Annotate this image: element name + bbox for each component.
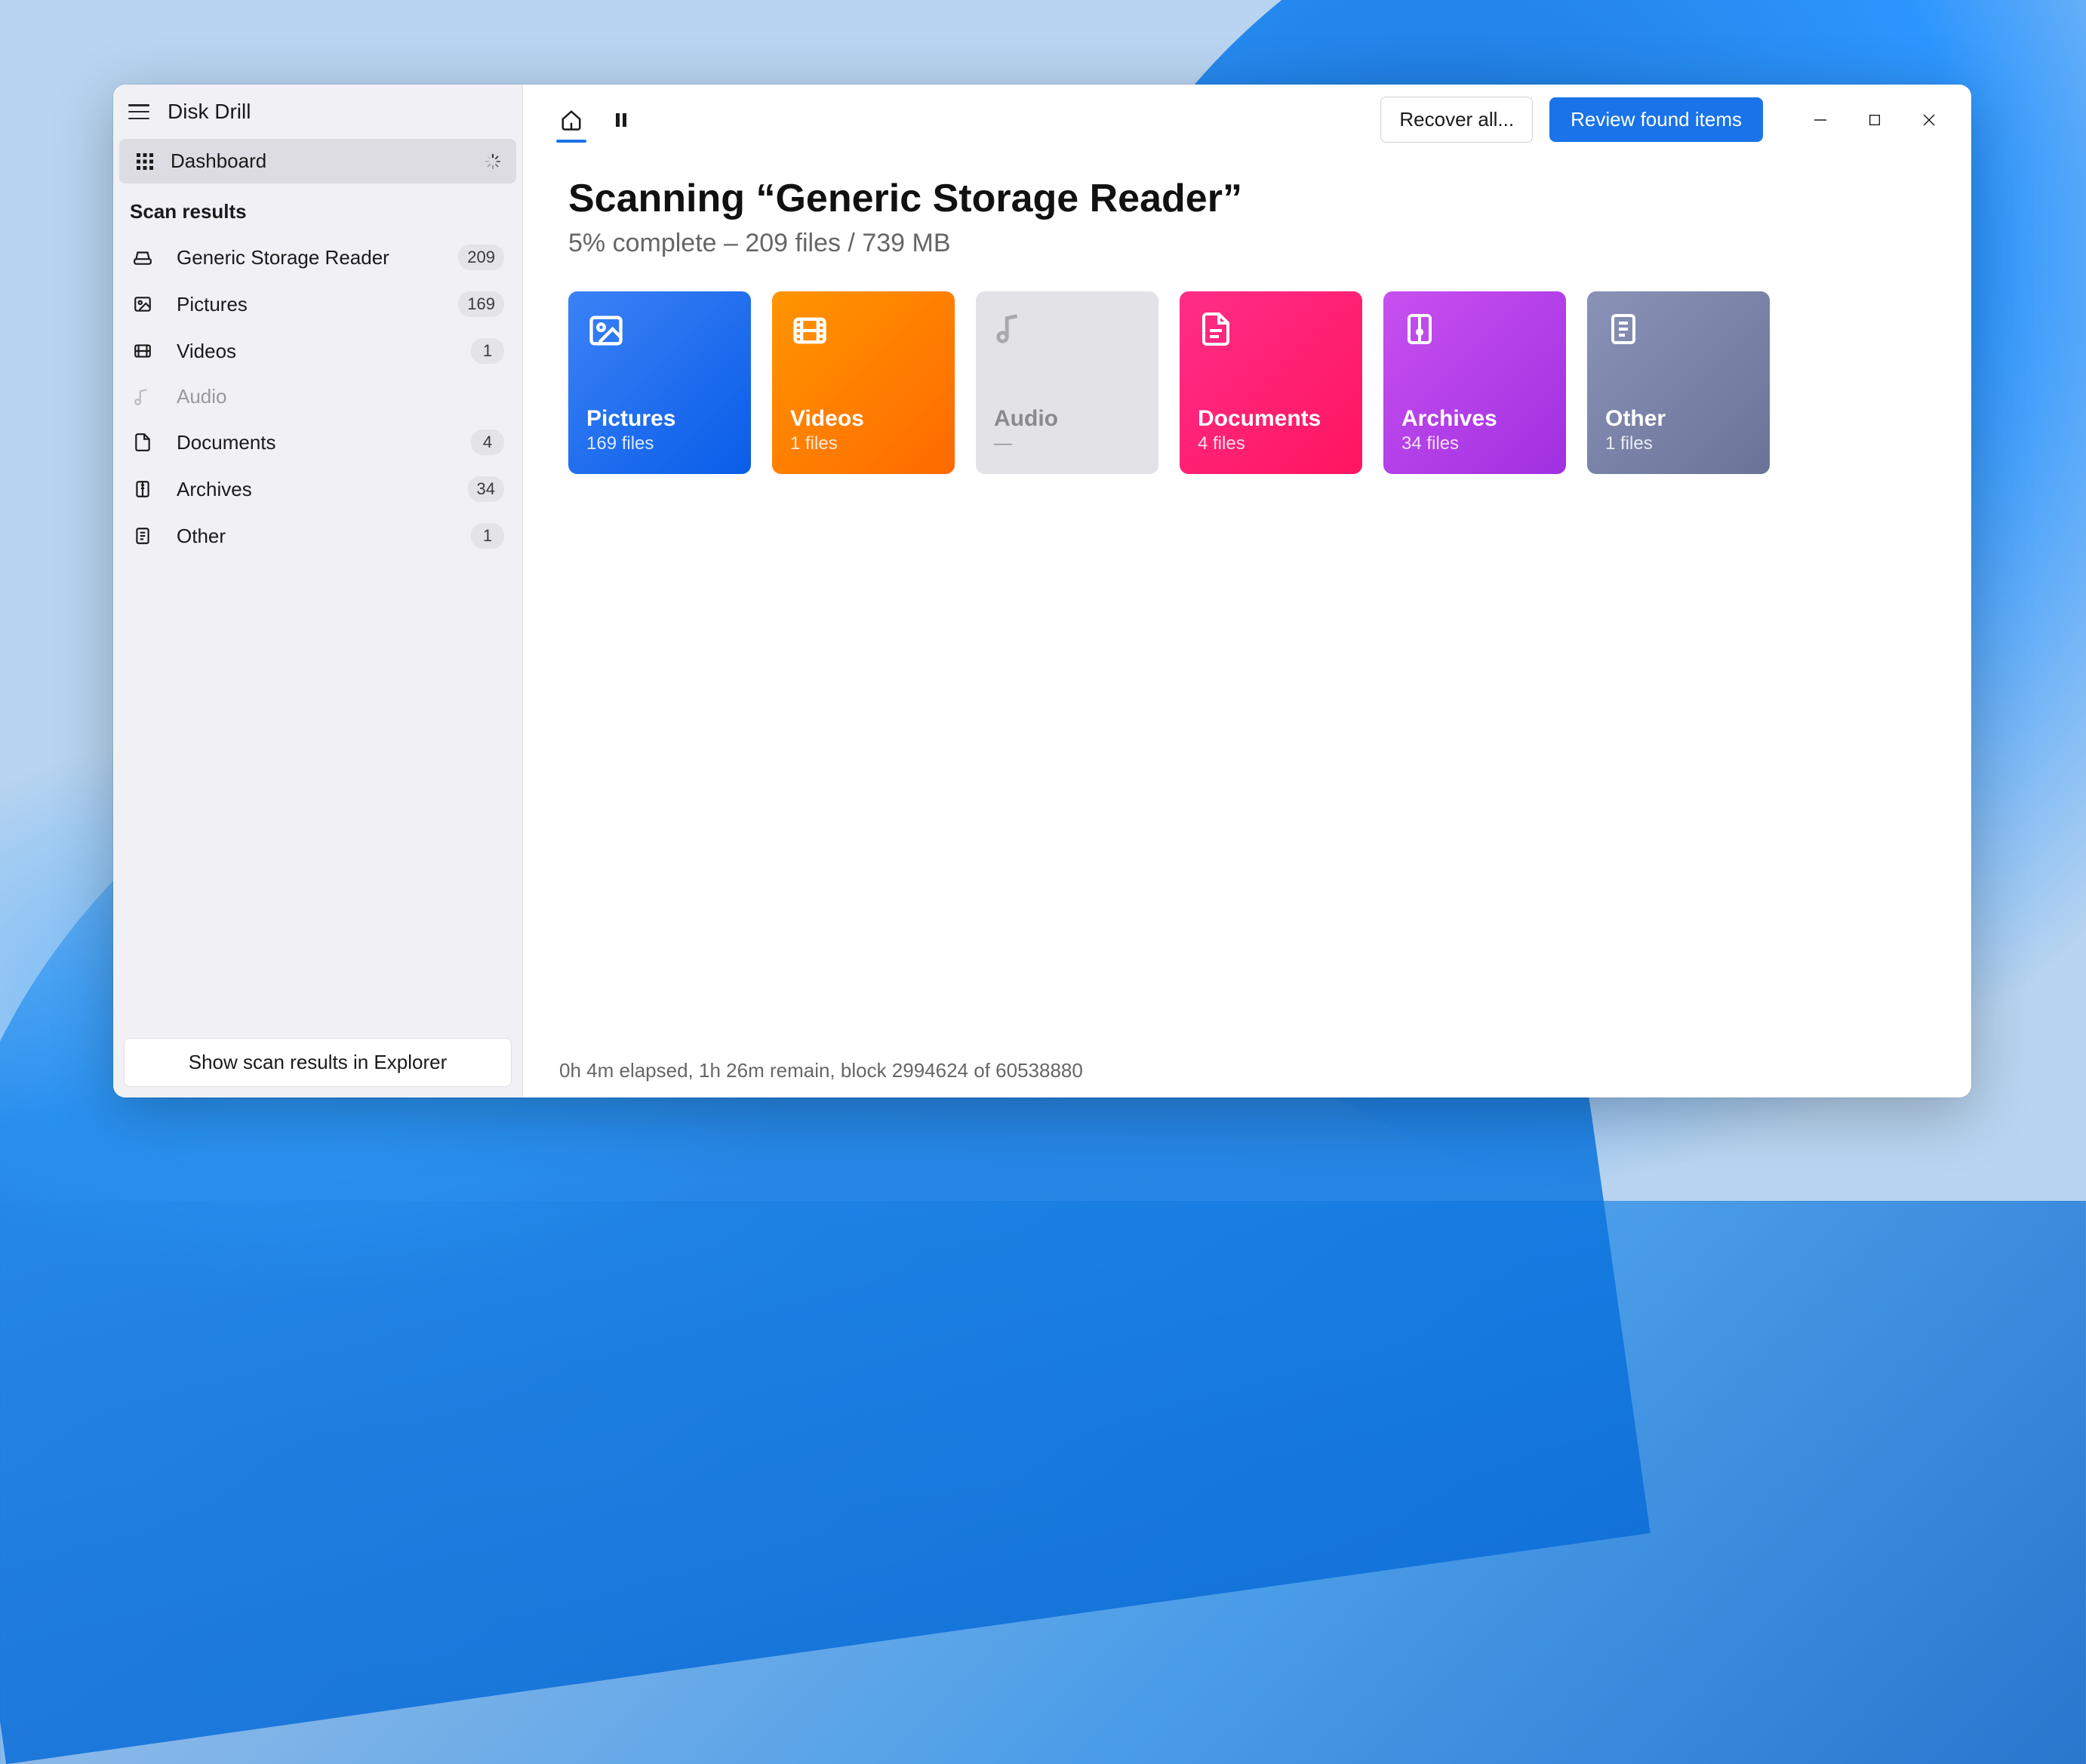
video-icon [133, 341, 152, 361]
archive-icon [133, 479, 152, 499]
count-badge: 1 [471, 523, 504, 549]
sidebar-item-label: Documents [177, 431, 276, 454]
app-window: Disk Drill Dashboard Scan results Generi… [113, 85, 1971, 1097]
sidebar-item-label: Archives [177, 478, 252, 501]
card-subtitle: 4 files [1198, 433, 1344, 454]
app-title: Disk Drill [168, 100, 251, 124]
home-button[interactable] [550, 99, 592, 141]
count-badge: 4 [471, 429, 504, 455]
sidebar-item-label: Pictures [177, 293, 248, 316]
category-cards: Pictures 169 files Videos 1 files Audio … [568, 291, 1926, 474]
status-bar: 0h 4m elapsed, 1h 26m remain, block 2994… [523, 1044, 1971, 1097]
picture-icon [133, 294, 152, 314]
grid-icon [134, 151, 155, 172]
audio-icon [994, 311, 1033, 350]
card-title: Audio [994, 406, 1140, 432]
count-badge: 209 [458, 245, 504, 270]
spinner-icon [485, 153, 501, 170]
hamburger-icon[interactable] [128, 104, 149, 119]
sidebar-item-documents[interactable]: Documents 4 [119, 419, 516, 466]
file-icon [1605, 311, 1644, 350]
document-icon [133, 433, 152, 452]
sidebar-item-videos[interactable]: Videos 1 [119, 328, 516, 374]
card-title: Other [1605, 406, 1752, 432]
card-title: Pictures [586, 406, 733, 432]
card-title: Videos [790, 406, 937, 432]
sidebar-item-audio[interactable]: Audio [119, 374, 516, 419]
main-panel: Recover all... Review found items Scanni… [523, 85, 1971, 1097]
sidebar: Disk Drill Dashboard Scan results Generi… [113, 85, 523, 1097]
sidebar-item-archives[interactable]: Archives 34 [119, 466, 516, 513]
show-in-explorer-button[interactable]: Show scan results in Explorer [124, 1038, 512, 1087]
window-close-button[interactable] [1902, 99, 1956, 141]
count-badge: 1 [471, 338, 504, 364]
review-found-items-button[interactable]: Review found items [1549, 97, 1763, 142]
card-subtitle: 1 files [790, 433, 937, 454]
card-title: Archives [1401, 406, 1548, 432]
count-badge: 34 [468, 476, 504, 502]
card-audio[interactable]: Audio — [976, 291, 1158, 474]
card-title: Documents [1198, 406, 1344, 432]
scan-subtitle: 5% complete – 209 files / 739 MB [568, 229, 1926, 258]
card-archives[interactable]: Archives 34 files [1383, 291, 1566, 474]
sidebar-item-label: Other [177, 525, 226, 548]
document-icon [1198, 311, 1237, 350]
window-minimize-button[interactable] [1793, 99, 1848, 141]
drive-icon [133, 248, 152, 267]
scan-title: Scanning “Generic Storage Reader” [568, 176, 1926, 221]
card-documents[interactable]: Documents 4 files [1180, 291, 1362, 474]
picture-icon [586, 311, 626, 350]
file-icon [133, 526, 152, 546]
sidebar-item-other[interactable]: Other 1 [119, 513, 516, 559]
card-subtitle: 34 files [1401, 433, 1548, 454]
sidebar-header: Disk Drill [113, 85, 522, 139]
card-pictures[interactable]: Pictures 169 files [568, 291, 751, 474]
sidebar-item-label: Dashboard [171, 149, 266, 173]
card-subtitle: — [994, 433, 1140, 454]
sidebar-item-label: Videos [177, 340, 236, 363]
toolbar: Recover all... Review found items [523, 85, 1971, 143]
card-subtitle: 1 files [1605, 433, 1752, 454]
audio-icon [133, 387, 152, 407]
card-videos[interactable]: Videos 1 files [772, 291, 955, 474]
recover-all-button[interactable]: Recover all... [1380, 97, 1533, 143]
archive-icon [1401, 311, 1441, 350]
sidebar-item-label: Audio [177, 385, 227, 408]
sidebar-item-dashboard[interactable]: Dashboard [119, 139, 516, 183]
sidebar-item-storage-reader[interactable]: Generic Storage Reader 209 [119, 234, 516, 281]
pause-button[interactable] [600, 99, 642, 141]
card-subtitle: 169 files [586, 433, 733, 454]
sidebar-item-label: Generic Storage Reader [177, 246, 389, 269]
count-badge: 169 [458, 291, 504, 317]
sidebar-section-label: Scan results [113, 183, 522, 234]
window-maximize-button[interactable] [1848, 99, 1902, 141]
card-other[interactable]: Other 1 files [1587, 291, 1770, 474]
video-icon [790, 311, 829, 350]
sidebar-item-pictures[interactable]: Pictures 169 [119, 281, 516, 328]
